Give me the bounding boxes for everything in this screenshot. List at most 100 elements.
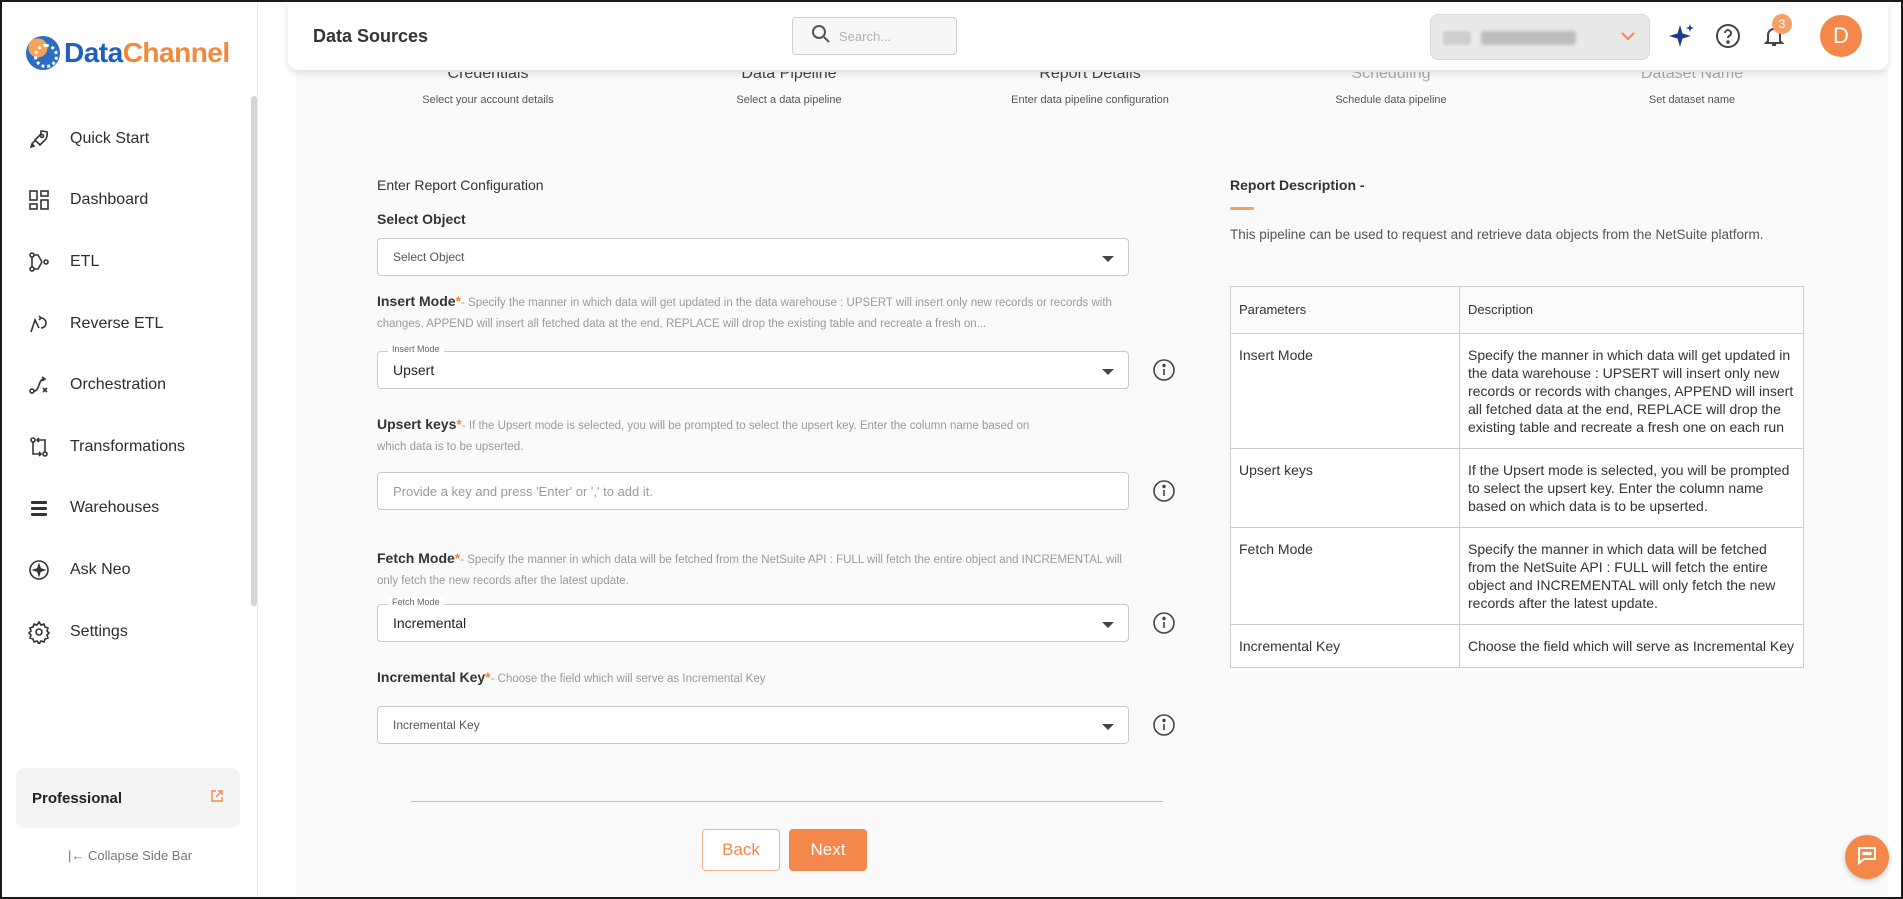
param-cell: Fetch Mode — [1230, 527, 1460, 625]
datachannel-logo[interactable]: DataChannel — [26, 36, 230, 70]
sidebar-item-reverse-etl[interactable]: Reverse ETL — [2, 293, 250, 355]
incremental-key-label-text: Incremental Key — [377, 669, 486, 685]
info-icon[interactable] — [1152, 611, 1176, 635]
incremental-key-dropdown[interactable]: Incremental Key — [377, 706, 1129, 744]
notification-bell-icon[interactable]: 3 — [1760, 14, 1792, 50]
sidebar-item-dashboard[interactable]: Dashboard — [2, 170, 250, 232]
info-icon[interactable] — [1152, 479, 1176, 503]
step-credentials[interactable]: Credentials Select your account details — [358, 72, 618, 106]
next-button[interactable]: Next — [789, 829, 867, 871]
table-row: Upsert keys If the Upsert mode is select… — [1230, 448, 1804, 528]
parameters-table: Parameters Description Insert Mode Speci… — [1230, 286, 1804, 668]
upsert-keys-input[interactable]: Provide a key and press 'Enter' or ',' t… — [377, 472, 1129, 510]
sidebar-scrollbar[interactable] — [251, 96, 257, 606]
fetch-mode-value: Incremental — [393, 615, 467, 631]
fetch-mode-help: - Specify the manner in which data will … — [377, 554, 1122, 587]
param-cell: Incremental Key — [1230, 624, 1460, 668]
step-dataset-name[interactable]: Dataset Name Set dataset name — [1562, 72, 1822, 106]
sidebar-item-label: Quick Start — [70, 129, 150, 147]
account-blurred-logo — [1443, 31, 1471, 45]
sidebar-item-settings[interactable]: Settings — [2, 601, 250, 663]
desc-cell: Specify the manner in which data will ge… — [1459, 333, 1804, 449]
sidebar-item-label: Orchestration — [70, 376, 167, 394]
select-object-dropdown[interactable]: Select Object — [377, 238, 1129, 276]
chat-support-button[interactable] — [1845, 835, 1889, 879]
select-object-placeholder: Select Object — [393, 250, 465, 264]
help-icon[interactable] — [1714, 22, 1742, 50]
info-icon[interactable] — [1152, 713, 1176, 737]
chevron-down-icon — [1619, 27, 1637, 50]
sidebar-item-orchestration[interactable]: Orchestration — [2, 354, 250, 416]
sidebar-item-label: Transformations — [70, 437, 185, 455]
fetch-mode-float-label: Fetch Mode — [388, 597, 444, 607]
reverse-etl-icon — [26, 311, 52, 337]
step-title: Scheduling — [1351, 72, 1431, 82]
search-box[interactable]: Search... — [792, 17, 957, 55]
step-title: Data Pipeline — [741, 72, 837, 82]
incremental-key-placeholder: Incremental Key — [393, 718, 480, 732]
warehouses-icon — [26, 495, 52, 521]
collapse-label: Collapse Side Bar — [87, 848, 193, 863]
info-icon[interactable] — [1152, 358, 1176, 382]
logo-mark-icon — [26, 36, 60, 70]
step-data-pipeline[interactable]: Data Pipeline Select a data pipeline — [659, 72, 919, 106]
sidebar-item-quick-start[interactable]: Quick Start — [2, 108, 250, 170]
top-header: Data Sources Search... 3 D — [288, 2, 1888, 70]
chat-icon — [1855, 843, 1879, 872]
rocket-icon — [26, 126, 52, 152]
sidebar-item-label: Ask Neo — [70, 560, 131, 578]
logo-text-data: Data — [64, 37, 123, 68]
search-icon — [811, 24, 831, 49]
logo-text: DataChannel — [64, 37, 230, 69]
column-header-description: Description — [1459, 286, 1804, 334]
sidebar-nav: Quick Start Dashboard ETL Reverse ETL Or… — [2, 108, 250, 662]
ask-neo-icon — [26, 557, 52, 583]
user-avatar[interactable]: D — [1820, 15, 1862, 57]
wizard-stepper: Credentials Select your account details … — [296, 70, 1888, 130]
form-divider — [411, 801, 1163, 802]
desc-cell: Specify the manner in which data will be… — [1459, 527, 1804, 625]
collapse-arrow-icon: |← — [67, 848, 85, 863]
select-object-label: Select Object — [377, 211, 466, 227]
upsert-keys-label: Upsert keys*- If the Upsert mode is sele… — [377, 415, 1057, 457]
desc-cell: Choose the field which will serve as Inc… — [1459, 624, 1804, 668]
step-subtitle: Select your account details — [422, 94, 554, 106]
search-input[interactable]: Search... — [839, 29, 891, 44]
collapse-sidebar-button[interactable]: |← Collapse Side Bar — [2, 848, 258, 863]
gear-icon — [26, 619, 52, 645]
plan-card[interactable]: Professional — [16, 768, 240, 828]
sidebar-item-warehouses[interactable]: Warehouses — [2, 478, 250, 540]
incremental-key-help: - Choose the field which will serve as I… — [490, 673, 766, 685]
sidebar-item-transformations[interactable]: Transformations — [2, 416, 250, 478]
notification-badge: 3 — [1772, 14, 1792, 34]
back-button[interactable]: Back — [702, 829, 780, 871]
insert-mode-label-text: Insert Mode — [377, 293, 456, 309]
sparkle-ai-icon[interactable] — [1668, 22, 1696, 50]
param-cell: Insert Mode — [1230, 333, 1460, 449]
caret-down-icon — [1102, 622, 1114, 628]
caret-down-icon — [1102, 256, 1114, 262]
dashboard-icon — [26, 187, 52, 213]
step-subtitle: Select a data pipeline — [736, 94, 842, 106]
sidebar-item-etl[interactable]: ETL — [2, 231, 250, 293]
insert-mode-label: Insert Mode*- Specify the manner in whic… — [377, 292, 1129, 334]
step-report-details[interactable]: Report Details Enter data pipeline confi… — [960, 72, 1220, 106]
account-selector[interactable] — [1430, 14, 1650, 60]
fetch-mode-label: Fetch Mode*- Specify the manner in which… — [377, 549, 1129, 591]
step-subtitle: Schedule data pipeline — [1335, 94, 1447, 106]
sidebar-item-ask-neo[interactable]: Ask Neo — [2, 539, 250, 601]
fetch-mode-dropdown[interactable]: Fetch Mode Incremental — [377, 597, 1129, 642]
step-title: Report Details — [1039, 72, 1141, 82]
sidebar: DataChannel Quick Start Dashboard ETL Re… — [2, 2, 258, 897]
account-blurred-name — [1481, 31, 1576, 45]
insert-mode-dropdown[interactable]: Insert Mode Upsert — [377, 344, 1129, 389]
external-link-icon[interactable] — [210, 789, 224, 808]
table-header-row: Parameters Description — [1230, 286, 1804, 334]
sidebar-item-label: ETL — [70, 252, 100, 270]
insert-mode-value: Upsert — [393, 362, 435, 378]
sidebar-item-label: Settings — [70, 622, 128, 640]
step-scheduling[interactable]: Scheduling Schedule data pipeline — [1261, 72, 1521, 106]
page-title: Data Sources — [313, 26, 429, 46]
table-row: Insert Mode Specify the manner in which … — [1230, 333, 1804, 449]
etl-icon — [26, 249, 52, 275]
